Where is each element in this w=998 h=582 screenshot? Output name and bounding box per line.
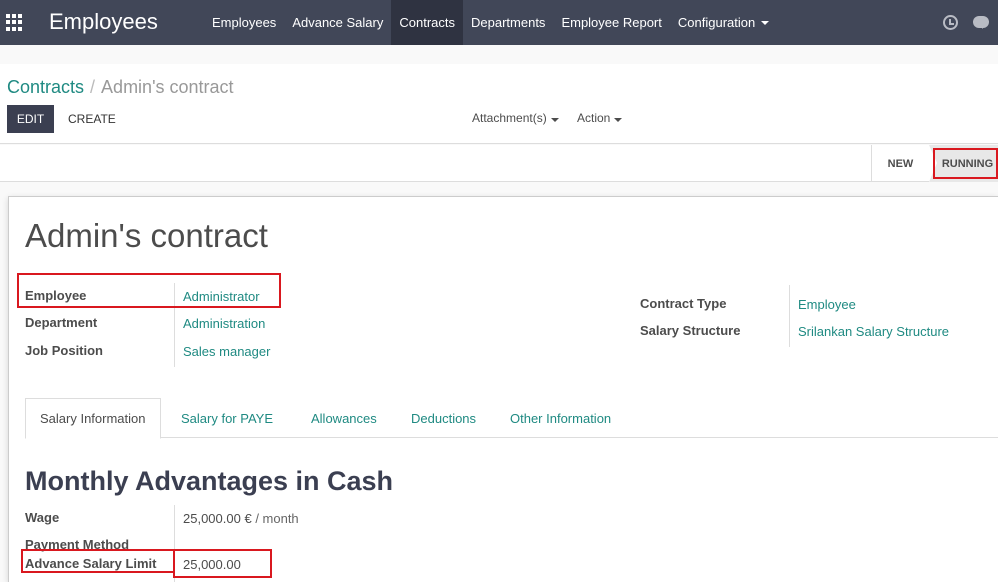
contract-type-label: Contract Type: [640, 296, 727, 311]
tab-deductions[interactable]: Deductions: [411, 398, 476, 439]
record-title: Admin's contract: [25, 217, 268, 254]
wage-value[interactable]: 25,000.00 € / month: [183, 511, 299, 526]
menu-label: Employee Report: [561, 15, 662, 30]
menu-label: Employees: [212, 15, 277, 30]
breadcrumb-current: Admin's contract: [101, 77, 234, 97]
salary-structure-label: Salary Structure: [640, 323, 741, 338]
caret-down-icon: [761, 20, 770, 25]
payment-method-label: Payment Method: [25, 537, 130, 552]
notebook-tabs: Salary Information Salary for PAYE Allow…: [25, 398, 998, 439]
menu-employee-report[interactable]: Employee Report: [553, 0, 669, 45]
top-navbar: Employees Employees Advance Salary Contr…: [0, 0, 998, 45]
field-divider: [174, 283, 175, 367]
app-title: Employees: [49, 9, 158, 34]
chat-icon[interactable]: [973, 16, 989, 29]
tab-allowances[interactable]: Allowances: [311, 398, 377, 439]
employee-value[interactable]: Administrator: [183, 289, 260, 304]
field-divider: [789, 285, 790, 347]
menu-label: Departments: [471, 15, 546, 30]
wage-amount: 25,000.00 €: [183, 511, 252, 526]
create-button[interactable]: CREATE: [62, 105, 122, 133]
tab-salary-information[interactable]: Salary Information: [25, 398, 161, 439]
menu-advance-salary[interactable]: Advance Salary: [284, 0, 391, 45]
attachments-dropdown[interactable]: Attachment(s): [472, 111, 559, 125]
menu-label: Advance Salary: [292, 15, 384, 30]
section-title: Monthly Advantages in Cash: [25, 466, 394, 496]
advance-salary-limit-value[interactable]: 25,000.00: [183, 557, 241, 572]
edit-button[interactable]: EDIT: [7, 105, 54, 133]
stage-new[interactable]: NEW: [871, 145, 929, 182]
salary-structure-value[interactable]: Srilankan Salary Structure: [798, 324, 949, 339]
form-sheet: Admin's contract Employee Administrator …: [8, 196, 998, 582]
action-label: Action: [577, 111, 611, 125]
field-divider: [174, 505, 175, 582]
clock-icon[interactable]: [943, 15, 958, 30]
advance-salary-limit-label: Advance Salary Limit: [25, 556, 157, 571]
wage-unit: / month: [255, 511, 299, 526]
main-menu: Employees Advance Salary Contracts Depar…: [204, 0, 777, 45]
menu-departments[interactable]: Departments: [463, 0, 553, 45]
caret-down-icon: [550, 118, 559, 122]
breadcrumb-contracts-link[interactable]: Contracts: [7, 77, 84, 97]
menu-contracts[interactable]: Contracts: [391, 0, 464, 45]
control-panel: Contracts / Admin's contract EDIT CREATE A…: [0, 64, 998, 144]
action-dropdown[interactable]: Action: [577, 111, 623, 125]
job-position-value[interactable]: Sales manager: [183, 344, 270, 359]
stage-running[interactable]: RUNNING: [929, 145, 998, 182]
department-value[interactable]: Administration: [183, 316, 265, 331]
breadcrumb: Contracts / Admin's contract: [7, 77, 234, 98]
department-label: Department: [25, 315, 98, 330]
apps-grid-icon[interactable]: [6, 14, 23, 31]
menu-configuration[interactable]: Configuration: [670, 0, 777, 45]
attachments-label: Attachment(s): [472, 111, 547, 125]
status-bar: NEW RUNNING: [0, 145, 998, 182]
tab-other-information[interactable]: Other Information: [510, 398, 611, 439]
menu-label: Contracts: [399, 15, 456, 30]
caret-down-icon: [614, 118, 623, 122]
tab-salary-for-paye[interactable]: Salary for PAYE: [181, 398, 273, 439]
menu-employees[interactable]: Employees: [204, 0, 284, 45]
wage-label: Wage: [25, 510, 60, 525]
menu-label: Configuration: [677, 15, 756, 30]
job-position-label: Job Position: [25, 343, 103, 358]
stage-running-label: RUNNING: [941, 157, 994, 170]
employee-label: Employee: [25, 288, 87, 303]
breadcrumb-separator: /: [90, 77, 96, 97]
contract-type-value[interactable]: Employee: [798, 297, 856, 312]
